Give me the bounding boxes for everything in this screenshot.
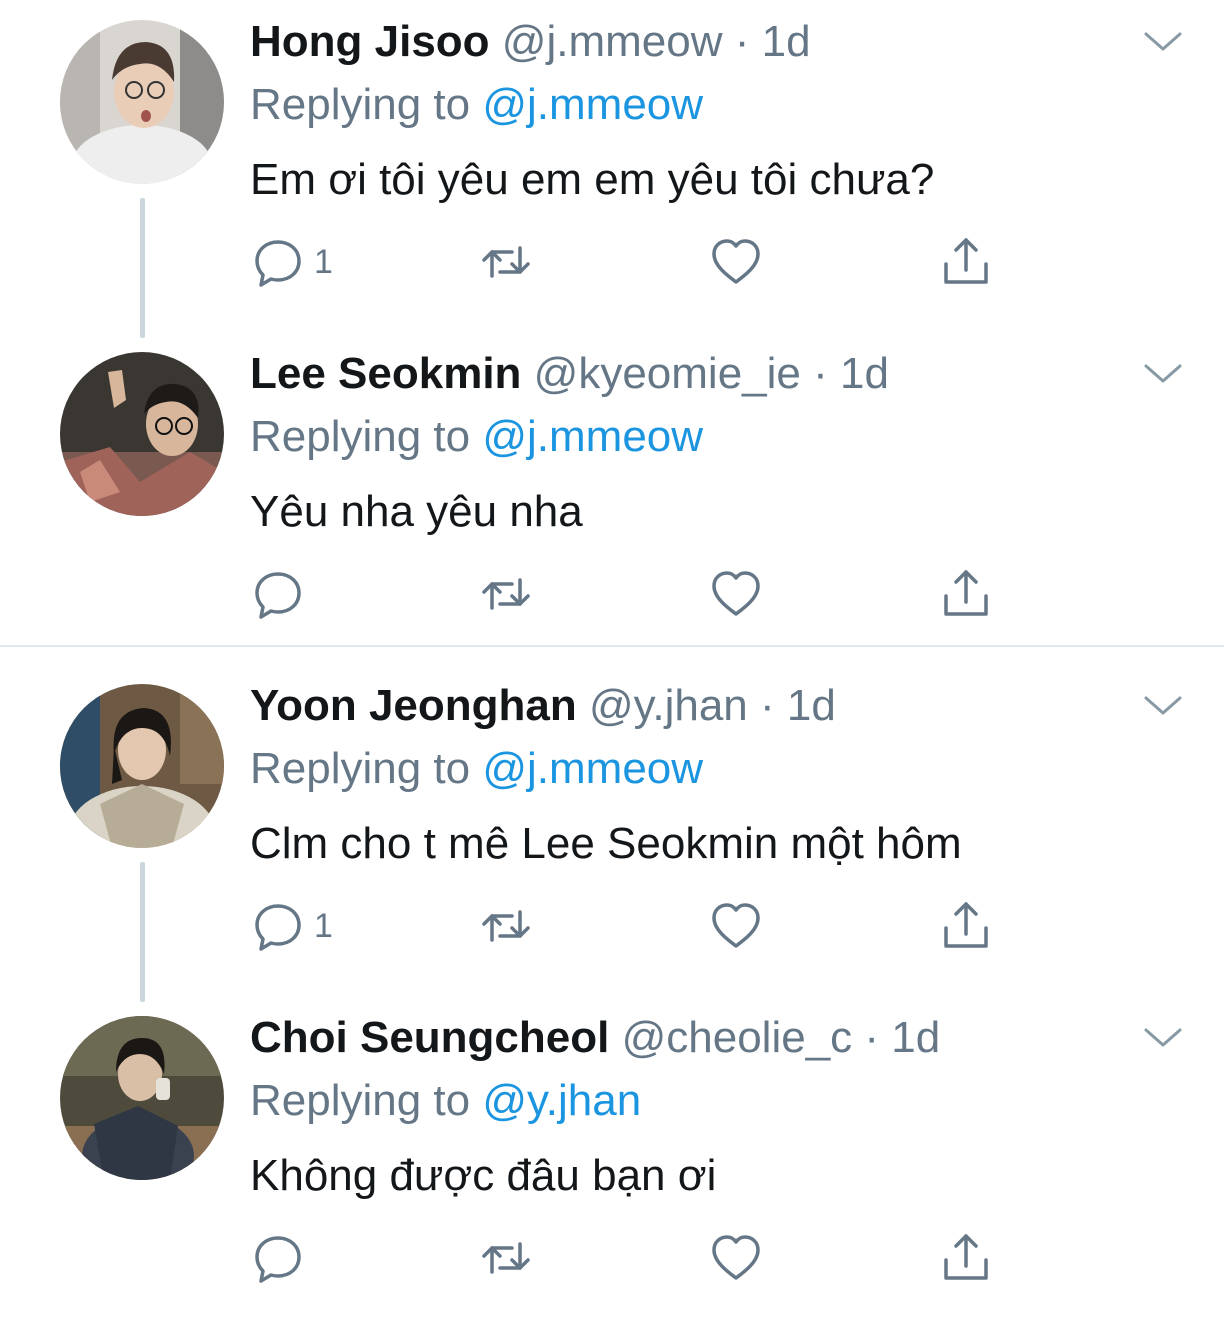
separator-dot: ·	[813, 349, 828, 398]
replying-prefix: Replying to	[250, 80, 483, 129]
display-name[interactable]: Yoon Jeonghan	[250, 681, 577, 730]
display-name[interactable]: Hong Jisoo	[250, 17, 490, 66]
reply-button[interactable]: 1	[250, 896, 333, 956]
avatar[interactable]	[60, 20, 224, 184]
retweet-button[interactable]	[478, 232, 534, 292]
share-button[interactable]	[938, 1228, 994, 1288]
share-button[interactable]	[938, 896, 994, 956]
reply-count: 1	[314, 906, 333, 945]
thread-line	[140, 198, 145, 338]
avatar[interactable]	[60, 352, 224, 516]
chevron-down-icon[interactable]	[1142, 358, 1184, 388]
tweet-header: Lee Seokmin @kyeomie_ie · 1d	[250, 344, 889, 404]
user-handle[interactable]: @kyeomie_ie	[534, 349, 801, 398]
avatar[interactable]	[60, 1016, 224, 1180]
tweet-text: Clm cho t mê Lee Seokmin một hôm	[250, 819, 962, 868]
like-button[interactable]	[708, 564, 764, 624]
tweet-text: Em ơi tôi yêu em em yêu tôi chưa?	[250, 155, 935, 204]
avatar-photo	[60, 352, 224, 516]
avatar-photo	[60, 1016, 224, 1180]
thread-line	[140, 862, 145, 1002]
timestamp[interactable]: 1d	[762, 17, 811, 66]
speech-bubble-icon	[255, 1236, 301, 1283]
replying-to: Replying to @j.mmeow	[250, 407, 703, 467]
share-icon	[944, 1234, 988, 1280]
mention-link[interactable]: @j.mmeow	[482, 412, 703, 461]
retweet-button[interactable]	[478, 896, 534, 956]
action-bar: 1	[250, 232, 1010, 292]
display-name[interactable]: Choi Seungcheol	[250, 1013, 609, 1062]
chevron-down-icon[interactable]	[1142, 1022, 1184, 1052]
action-bar	[250, 564, 1010, 624]
timestamp[interactable]: 1d	[787, 681, 836, 730]
speech-bubble-icon	[255, 572, 301, 619]
heart-icon	[712, 571, 760, 616]
share-icon	[944, 902, 988, 948]
heart-icon	[712, 903, 760, 948]
mention-link[interactable]: @j.mmeow	[482, 744, 703, 793]
separator-dot: ·	[734, 17, 750, 66]
replying-to: Replying to @y.jhan	[250, 1071, 641, 1131]
timestamp[interactable]: 1d	[840, 349, 889, 398]
separator-dot: ·	[864, 1013, 880, 1062]
retweet-icon	[482, 1242, 530, 1274]
tweet[interactable]: Lee Seokmin @kyeomie_ie · 1d Replying to…	[0, 332, 1224, 664]
thread-separator	[0, 645, 1224, 647]
tweet-header: Hong Jisoo @j.mmeow · 1d	[250, 12, 811, 72]
retweet-icon	[482, 910, 530, 942]
replying-to: Replying to @j.mmeow	[250, 75, 703, 135]
retweet-icon	[482, 246, 530, 278]
tweet[interactable]: Yoon Jeonghan @y.jhan · 1d Replying to @…	[0, 664, 1224, 1002]
avatar-photo	[60, 20, 224, 184]
user-handle[interactable]: @y.jhan	[589, 681, 748, 730]
user-handle[interactable]: @j.mmeow	[502, 17, 723, 66]
speech-bubble-icon	[255, 240, 301, 287]
timestamp[interactable]: 1d	[891, 1013, 940, 1062]
tweet[interactable]: Hong Jisoo @j.mmeow · 1d Replying to @j.…	[0, 0, 1224, 338]
tweet[interactable]: Choi Seungcheol @cheolie_c · 1d Replying…	[0, 996, 1224, 1328]
avatar-photo	[60, 684, 224, 848]
separator-dot: ·	[760, 681, 775, 730]
tweet-text: Yêu nha yêu nha	[250, 487, 583, 536]
mention-link[interactable]: @j.mmeow	[482, 80, 703, 129]
reply-button[interactable]: 1	[250, 232, 333, 292]
replying-to: Replying to @j.mmeow	[250, 739, 703, 799]
heart-icon	[712, 1235, 760, 1280]
retweet-icon	[482, 578, 530, 610]
like-button[interactable]	[708, 896, 764, 956]
display-name[interactable]: Lee Seokmin	[250, 349, 521, 398]
retweet-button[interactable]	[478, 1228, 534, 1288]
replying-prefix: Replying to	[250, 412, 483, 461]
tweet-header: Choi Seungcheol @cheolie_c · 1d	[250, 1008, 940, 1068]
user-handle[interactable]: @cheolie_c	[622, 1013, 853, 1062]
avatar[interactable]	[60, 684, 224, 848]
tweet-text: Không được đâu bạn ơi	[250, 1151, 717, 1200]
reply-count: 1	[314, 242, 333, 281]
chevron-down-icon[interactable]	[1142, 26, 1184, 56]
speech-bubble-icon	[255, 904, 301, 951]
tweet-header: Yoon Jeonghan @y.jhan · 1d	[250, 676, 836, 736]
share-button[interactable]	[938, 564, 994, 624]
heart-icon	[712, 239, 760, 284]
action-bar: 1	[250, 896, 1010, 956]
share-button[interactable]	[938, 232, 994, 292]
chevron-down-icon[interactable]	[1142, 690, 1184, 720]
like-button[interactable]	[708, 1228, 764, 1288]
like-button[interactable]	[708, 232, 764, 292]
reply-button[interactable]	[250, 1228, 314, 1288]
action-bar	[250, 1228, 1010, 1288]
share-icon	[944, 570, 988, 616]
retweet-button[interactable]	[478, 564, 534, 624]
mention-link[interactable]: @y.jhan	[482, 1076, 641, 1125]
reply-button[interactable]	[250, 564, 314, 624]
replying-prefix: Replying to	[250, 744, 483, 793]
share-icon	[944, 238, 988, 284]
replying-prefix: Replying to	[250, 1076, 483, 1125]
